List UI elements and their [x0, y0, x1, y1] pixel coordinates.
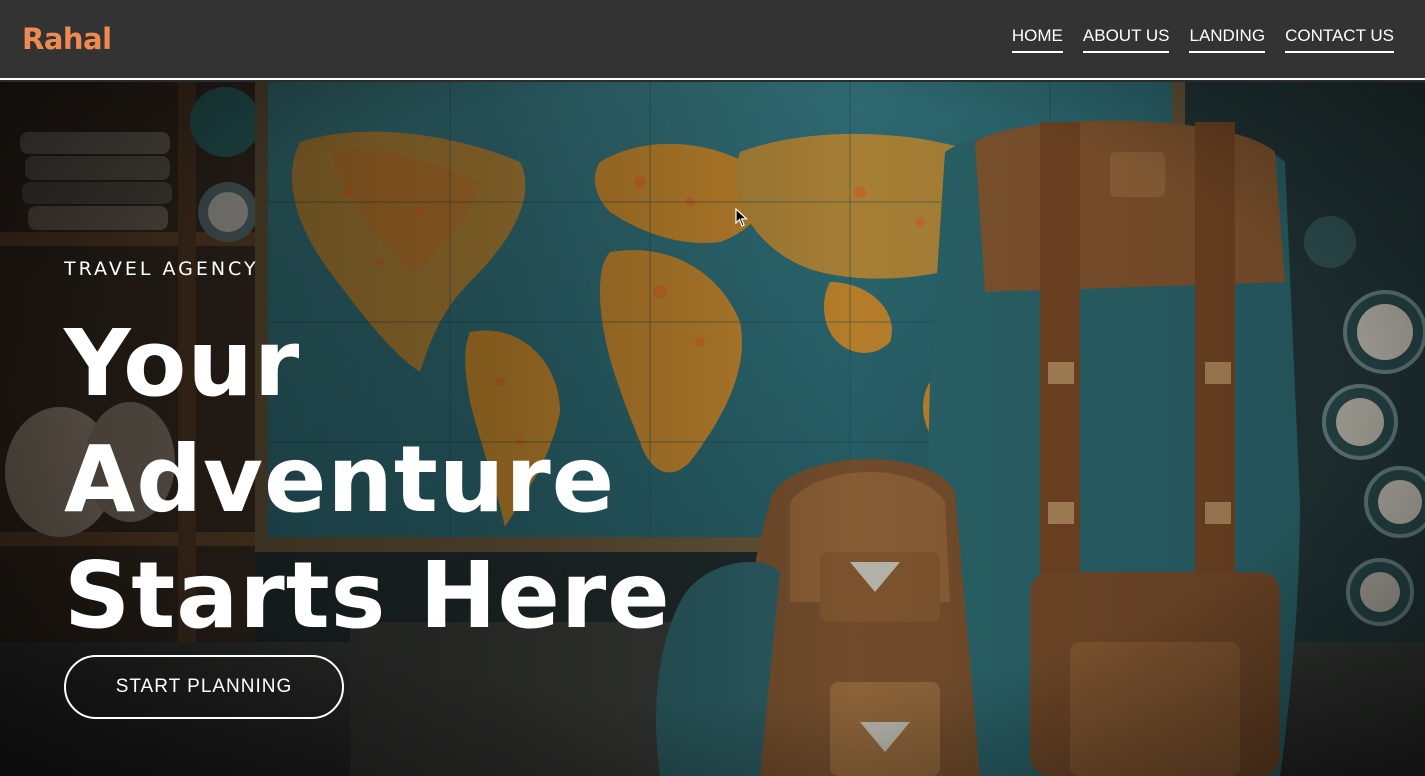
headline-line-1: Your: [64, 310, 301, 417]
start-planning-button[interactable]: START PLANNING: [64, 655, 344, 719]
mouse-cursor-icon: [735, 208, 749, 227]
hero-text-block: TRAVEL AGENCY Your Adventure Starts Here: [64, 258, 671, 654]
headline-line-3: Starts Here: [64, 542, 671, 649]
hero-headline: Your Adventure Starts Here: [64, 306, 671, 654]
nav-contact-link[interactable]: CONTACT US: [1285, 26, 1394, 53]
nav-landing-link[interactable]: LANDING: [1189, 26, 1266, 53]
brand-logo[interactable]: Rahal: [22, 22, 112, 56]
nav-home-link[interactable]: HOME: [1011, 26, 1063, 53]
headline-line-2: Adventure: [64, 426, 616, 533]
site-header: Rahal HOME ABOUT US LANDING CONTACT US: [0, 0, 1425, 80]
hero-eyebrow: TRAVEL AGENCY: [64, 258, 259, 280]
main-nav: HOME ABOUT US LANDING CONTACT US: [1011, 26, 1394, 53]
nav-about-link[interactable]: ABOUT US: [1082, 26, 1170, 53]
